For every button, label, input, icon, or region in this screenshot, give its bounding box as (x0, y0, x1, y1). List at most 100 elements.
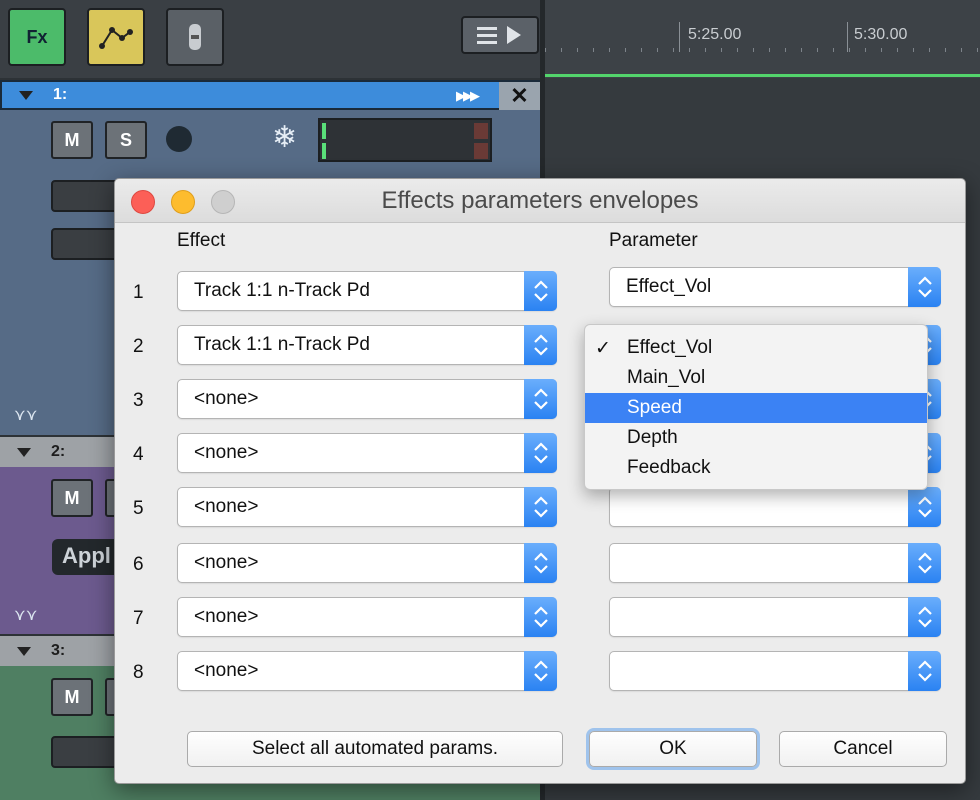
select-arrow[interactable] (524, 543, 557, 583)
parameter-select[interactable] (609, 543, 941, 583)
row-number: 6 (133, 554, 144, 575)
effect-select[interactable]: <none> (177, 597, 557, 637)
select-arrow[interactable] (908, 267, 941, 307)
row-number: 3 (133, 390, 144, 411)
effect-slot[interactable] (51, 736, 121, 768)
effect-slot[interactable] (51, 180, 121, 212)
play-arrow-icon (507, 26, 521, 44)
timeline-ruler[interactable]: 5:25.00 5:30.00 (545, 0, 980, 78)
effect-select-value: <none> (194, 388, 259, 409)
effect-select[interactable]: <none> (177, 543, 557, 583)
chevron-updown-icon (918, 276, 932, 298)
envelope-button[interactable] (87, 8, 145, 66)
parameter-select[interactable] (609, 597, 941, 637)
row-number: 2 (133, 336, 144, 357)
dropdown-option[interactable]: Feedback (585, 453, 927, 483)
dropdown-option-label: Feedback (627, 457, 711, 478)
ruler-time-label: 5:25.00 (688, 26, 742, 43)
effect-select[interactable]: <none> (177, 487, 557, 527)
select-arrow[interactable] (524, 433, 557, 473)
select-arrow[interactable] (908, 651, 941, 691)
fast-forward-icon[interactable]: ▶▶▶ (456, 88, 480, 104)
mixer-button[interactable] (166, 8, 224, 66)
effect-select-value: <none> (194, 442, 259, 463)
envelope-icon[interactable]: ⋎⋎ (14, 605, 37, 625)
parameter-select[interactable] (609, 651, 941, 691)
solo-button[interactable]: S (105, 121, 147, 159)
select-arrow[interactable] (908, 543, 941, 583)
parameter-select[interactable]: Effect_Vol (609, 267, 941, 307)
menu-icon (477, 27, 497, 44)
effect-select[interactable]: <none> (177, 651, 557, 691)
dropdown-option-label: Main_Vol (627, 367, 706, 388)
effect-select[interactable]: <none> (177, 379, 557, 419)
select-arrow[interactable] (908, 487, 941, 527)
effect-slot[interactable] (51, 228, 121, 260)
track-1-header[interactable]: 1: ▶▶▶ ✕ (0, 80, 540, 110)
effect-select-value: Track 1:1 n-Track Pd (194, 280, 370, 301)
mute-button[interactable]: M (51, 479, 93, 517)
row-number: 1 (133, 282, 144, 303)
chevron-updown-icon (534, 496, 548, 518)
effect-select-value: <none> (194, 660, 259, 681)
parameter-dropdown-list[interactable]: ✓ Effect_Vol Main_Vol Speed Depth Feedback (584, 324, 928, 490)
effect-select[interactable]: Track 1:1 n-Track Pd (177, 271, 557, 311)
parameter-select-value: Effect_Vol (626, 276, 712, 297)
menu-play-button[interactable] (461, 16, 539, 54)
checkmark-icon: ✓ (595, 338, 611, 359)
select-arrow[interactable] (524, 651, 557, 691)
dialog-title: Effects parameters envelopes (381, 187, 699, 214)
chevron-updown-icon (534, 442, 548, 464)
effect-select-value: Track 1:1 n-Track Pd (194, 334, 370, 355)
chevron-updown-icon (918, 496, 932, 518)
effect-column-header: Effect (177, 230, 226, 251)
chevron-updown-icon (534, 280, 548, 302)
ok-button[interactable]: OK (589, 731, 757, 767)
fx-button[interactable]: Fx (8, 8, 66, 66)
dialog-titlebar[interactable]: Effects parameters envelopes (115, 179, 965, 223)
mute-button[interactable]: M (51, 121, 93, 159)
select-arrow[interactable] (524, 325, 557, 365)
chevron-updown-icon (918, 606, 932, 628)
parameter-column-header: Parameter (609, 230, 698, 251)
envelope-icon[interactable]: ⋎⋎ (14, 405, 37, 425)
collapse-triangle-icon[interactable] (17, 447, 31, 457)
close-icon[interactable]: ✕ (499, 82, 540, 110)
track-number: 2: (51, 443, 66, 460)
select-arrow[interactable] (524, 379, 557, 419)
snowflake-icon[interactable]: ❄ (272, 120, 297, 155)
level-meter (318, 118, 492, 162)
collapse-triangle-icon[interactable] (17, 646, 31, 656)
dropdown-option[interactable]: ✓ Effect_Vol (585, 333, 927, 363)
chevron-updown-icon (918, 660, 932, 682)
row-number: 7 (133, 608, 144, 629)
dropdown-option[interactable]: Depth (585, 423, 927, 453)
record-arm-button[interactable] (166, 126, 192, 152)
select-arrow[interactable] (524, 271, 557, 311)
effect-select[interactable]: <none> (177, 433, 557, 473)
select-arrow[interactable] (524, 487, 557, 527)
select-arrow[interactable] (908, 597, 941, 637)
dropdown-option[interactable]: Main_Vol (585, 363, 927, 393)
ruler-time-label: 5:30.00 (854, 26, 908, 43)
track-number: 3: (51, 642, 66, 659)
chevron-updown-icon (918, 552, 932, 574)
chevron-updown-icon (534, 334, 548, 356)
select-all-automated-button[interactable]: Select all automated params. (187, 731, 563, 767)
track-number: 1: (53, 86, 68, 103)
chevron-updown-icon (534, 660, 548, 682)
effect-select[interactable]: Track 1:1 n-Track Pd (177, 325, 557, 365)
collapse-triangle-icon[interactable] (19, 90, 33, 100)
cancel-button[interactable]: Cancel (779, 731, 947, 767)
dropdown-option[interactable]: Speed (585, 393, 927, 423)
track-clip-label[interactable]: Appl (52, 539, 122, 575)
dropdown-option-label: Speed (627, 397, 682, 418)
mute-button[interactable]: M (51, 678, 93, 716)
effect-select-value: <none> (194, 552, 259, 573)
chevron-updown-icon (534, 606, 548, 628)
row-number: 5 (133, 498, 144, 519)
chevron-updown-icon (534, 552, 548, 574)
parameter-select[interactable] (609, 487, 941, 527)
select-arrow[interactable] (524, 597, 557, 637)
effect-select-value: <none> (194, 496, 259, 517)
